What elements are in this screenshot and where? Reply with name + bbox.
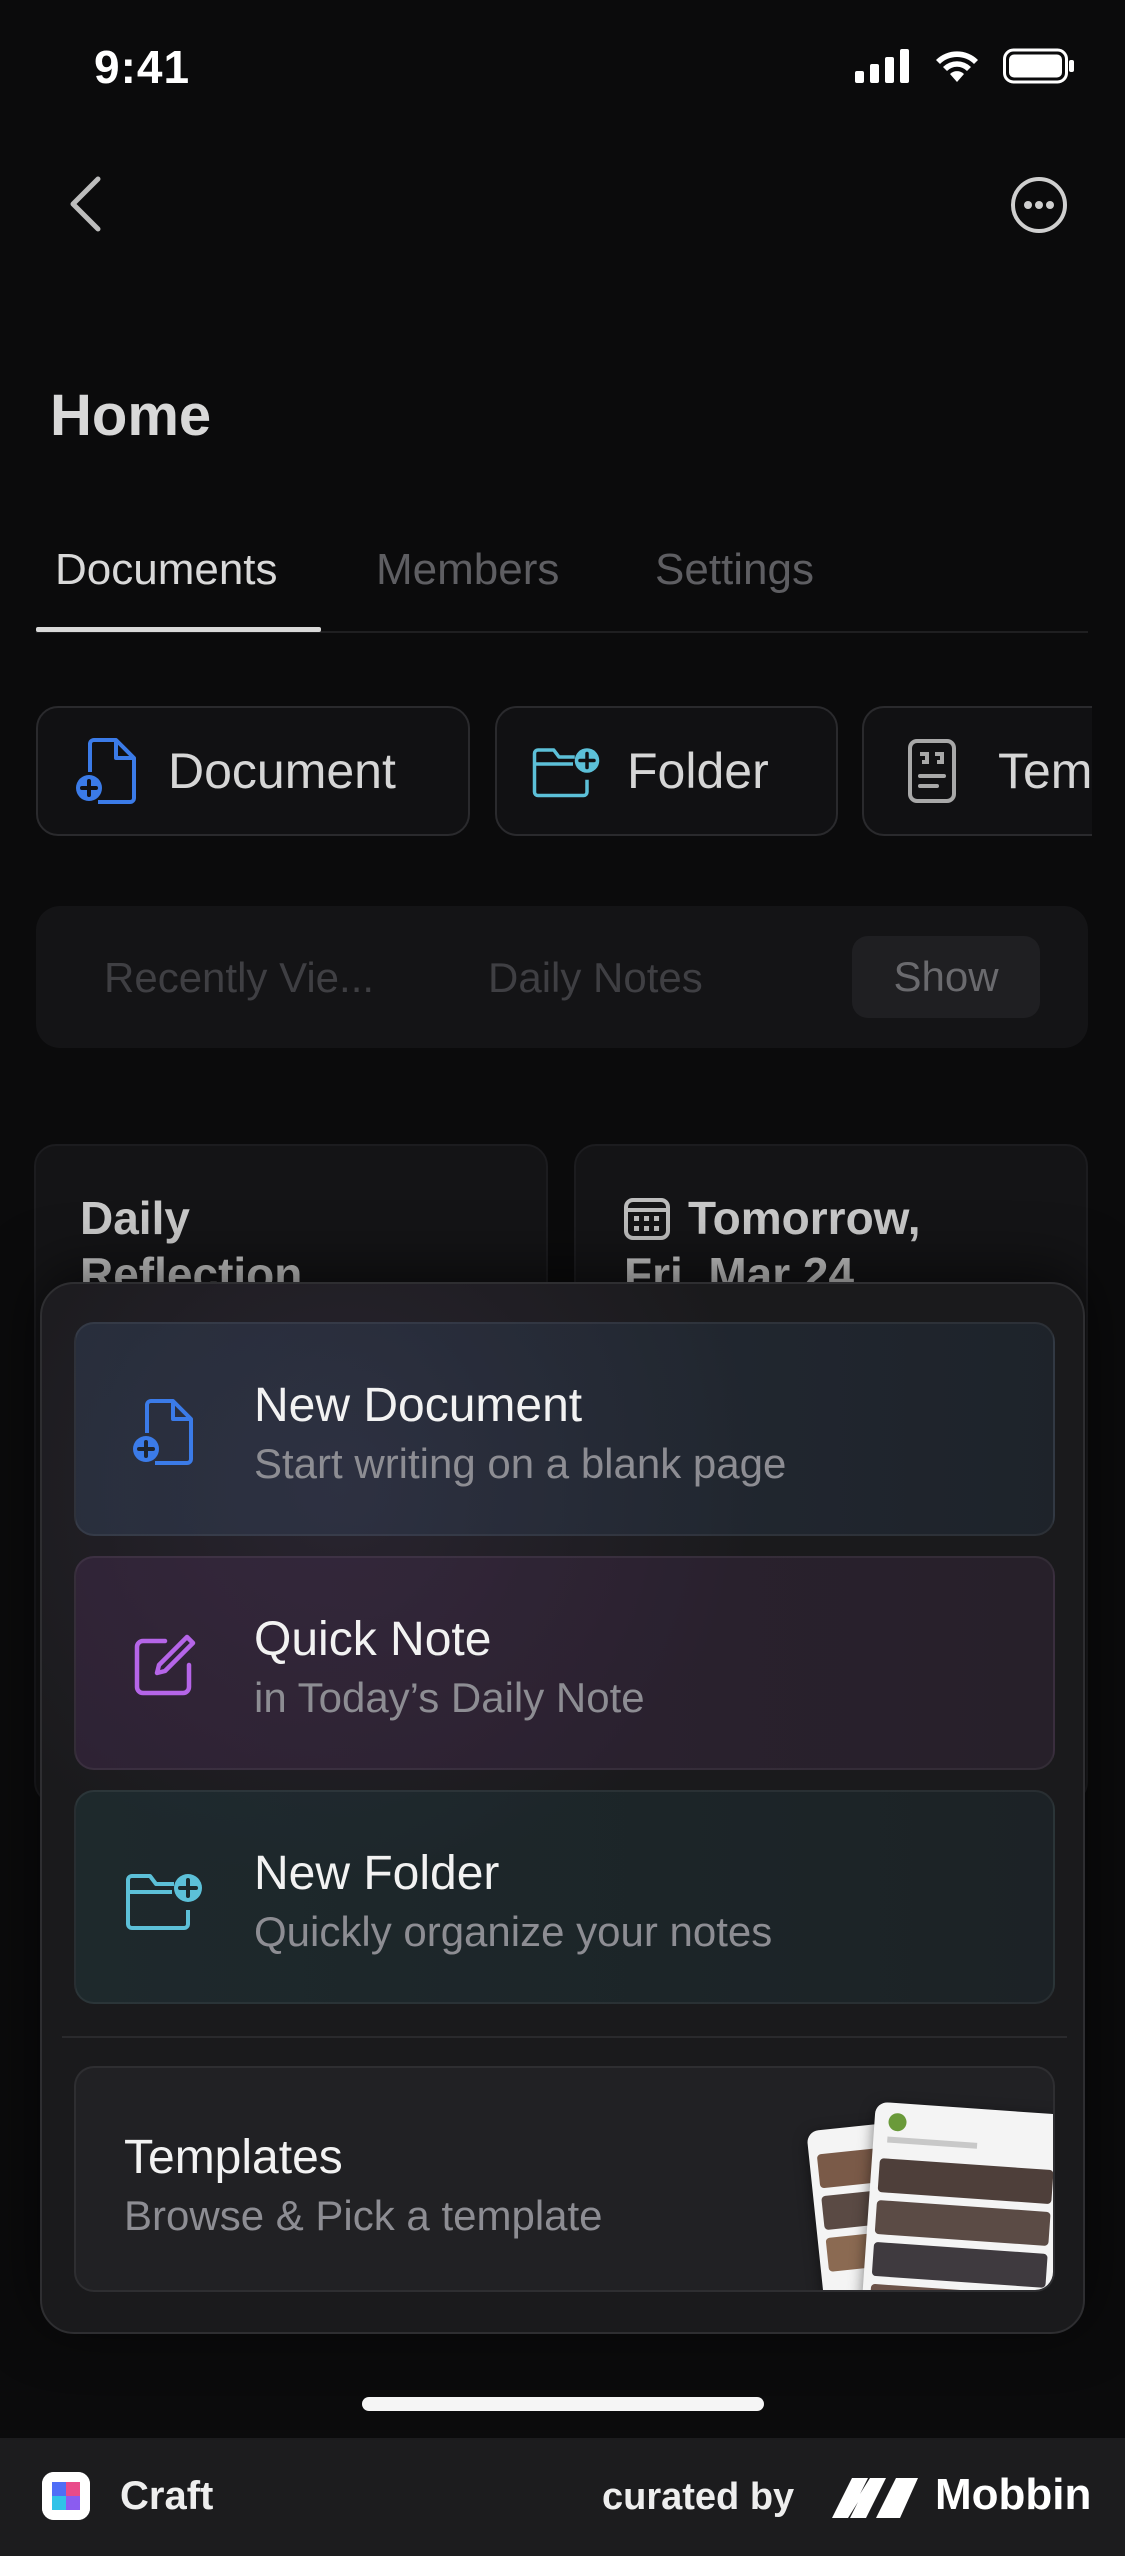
menu-divider <box>62 2036 1067 2038</box>
back-button[interactable] <box>60 172 110 236</box>
edit-note-icon <box>126 1628 202 1704</box>
page-title: Home <box>50 383 212 448</box>
tab-members[interactable]: Members <box>376 545 559 595</box>
menu-item-subtitle: Browse & Pick a template <box>124 2192 603 2239</box>
status-icons <box>855 48 1075 84</box>
create-menu-popover: New Document Start writing on a blank pa… <box>40 1282 1085 2334</box>
menu-item-title: Templates <box>124 2131 343 2184</box>
active-tab-indicator <box>36 627 321 632</box>
calendar-icon <box>624 1198 670 1240</box>
app-name: Craft <box>120 2474 214 2518</box>
chip-label: Document <box>168 743 396 799</box>
brand-name: Mobbin <box>935 2470 1092 2519</box>
more-icon <box>1011 177 1067 233</box>
add-folder-icon <box>531 736 601 806</box>
add-document-icon <box>72 736 142 806</box>
tab-documents[interactable]: Documents <box>55 545 278 595</box>
menu-item-title: Quick Note <box>254 1613 492 1666</box>
quick-note-menu-item[interactable]: Quick Note in Today’s Daily Note <box>74 1556 1055 1770</box>
menu-item-title: New Folder <box>254 1847 500 1900</box>
templates-chip[interactable]: Tem <box>862 706 1092 836</box>
mobbin-logo-icon <box>832 2478 918 2518</box>
document-filter-segments: Recently Vie... Daily Notes Show <box>36 906 1088 1048</box>
wifi-icon <box>936 51 978 82</box>
new-document-menu-item[interactable]: New Document Start writing on a blank pa… <box>74 1322 1055 1536</box>
attribution-footer: Craft curated by Mobbin <box>0 2438 1125 2556</box>
add-folder-icon <box>122 1862 206 1938</box>
curated-by-label: curated by <box>602 2476 795 2518</box>
new-document-chip[interactable]: Document <box>36 706 470 836</box>
templates-menu-item[interactable]: Templates Browse & Pick a template <box>74 2066 1055 2292</box>
chip-label: Tem <box>998 743 1092 799</box>
segment-daily-notes[interactable]: Daily Notes <box>488 954 703 1002</box>
craft-logo-icon <box>42 2472 90 2520</box>
battery-icon <box>1003 48 1074 84</box>
menu-item-title: New Document <box>254 1379 583 1432</box>
new-folder-menu-item[interactable]: New Folder Quickly organize your notes <box>74 1790 1055 2004</box>
card-title-line: Daily <box>80 1192 190 1244</box>
show-button[interactable]: Show <box>852 936 1040 1018</box>
more-options-button[interactable] <box>1009 175 1069 235</box>
status-time: 9:41 <box>94 41 191 93</box>
new-folder-chip[interactable]: Folder <box>495 706 838 836</box>
segment-recently-viewed[interactable]: Recently Vie... <box>104 954 374 1002</box>
template-thumbnail <box>860 2101 1053 2290</box>
menu-item-subtitle: Start writing on a blank page <box>254 1440 787 1487</box>
menu-item-subtitle: in Today’s Daily Note <box>254 1674 645 1721</box>
add-document-icon <box>126 1394 202 1470</box>
home-indicator <box>362 2397 764 2411</box>
template-icon <box>906 736 958 806</box>
chevron-left-icon <box>70 176 101 232</box>
tab-bar: Documents Members Settings <box>36 545 1088 633</box>
signal-icon <box>855 49 909 83</box>
card-title-line: Tomorrow, <box>688 1192 921 1244</box>
tab-settings[interactable]: Settings <box>655 545 814 595</box>
menu-item-subtitle: Quickly organize your notes <box>254 1908 773 1955</box>
chip-label: Folder <box>627 743 769 799</box>
